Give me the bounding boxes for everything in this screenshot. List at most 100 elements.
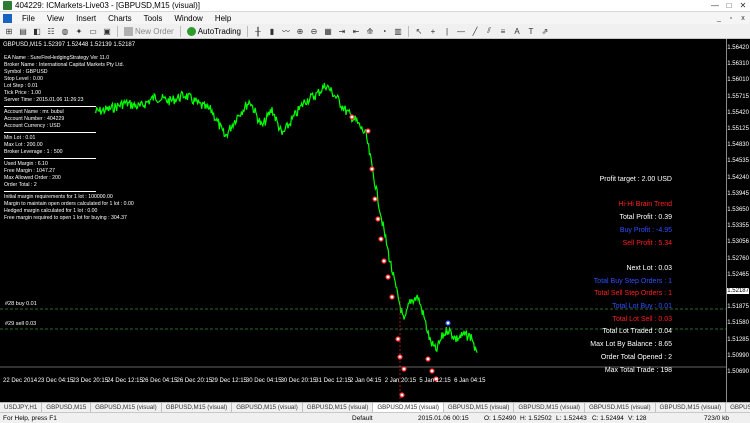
profiles-icon[interactable]: ◧ (31, 25, 43, 37)
zoom-in-icon[interactable]: ⊕ (294, 25, 306, 37)
chart-symbol-line: GBPUSD,M15 1.52397 1.52448 1.52139 1.521… (3, 42, 136, 48)
autotrading-label: AutoTrading (197, 26, 241, 36)
bar-chart-icon[interactable]: ╫ (252, 25, 264, 37)
menu-tools[interactable]: Tools (138, 14, 169, 23)
time-tick-label: 26 Dec 20:15 (176, 378, 213, 384)
sell-order-marker[interactable] (349, 114, 355, 120)
candlestick-icon[interactable]: ▮ (266, 25, 278, 37)
chart-area[interactable]: GBPUSD,M15 1.52397 1.52448 1.52139 1.521… (0, 39, 750, 402)
tester-icon[interactable]: ▣ (101, 25, 113, 37)
chart-tab[interactable]: GBPUSD,M15 (visual) (303, 403, 374, 412)
maximize-button[interactable]: □ (722, 0, 736, 11)
chart-tab[interactable]: GBPUSD,M15 (visual) (373, 403, 444, 412)
sell-order-marker[interactable] (372, 196, 378, 202)
time-tick-label: 31 Dec 12:15 (315, 378, 351, 384)
horizontal-line-icon[interactable]: — (455, 25, 467, 37)
open-icon[interactable]: ▤ (17, 25, 29, 37)
status-low: L: 1.52443 (556, 414, 587, 422)
autotrading-button[interactable]: AutoTrading (185, 25, 243, 37)
time-tick-label: 23 Dec 04:15 (37, 378, 74, 384)
chart-tab[interactable]: GBPUSD,M15 (visual) (656, 403, 727, 412)
chart-tab[interactable]: GBPUSD,M15 (visual) (91, 403, 162, 412)
chart-tab[interactable]: GBPUSD,M15 (visual) (585, 403, 656, 412)
status-profile: Default (352, 414, 373, 422)
chart-tab[interactable]: GBPUSD,M15 (visual) (232, 403, 303, 412)
sell-order-marker[interactable] (425, 356, 431, 362)
templates-icon[interactable]: ▥ (392, 25, 404, 37)
sell-order-label: #29 sell 0.03 (5, 321, 37, 327)
chart-tab[interactable]: GBPUSD,M15 (visual) (444, 403, 515, 412)
buy-order-marker[interactable] (445, 320, 451, 326)
status-open: O: 1.52490 (484, 414, 517, 422)
stat-line: Max Lot By Balance : 8.65 (590, 341, 672, 349)
autoscroll-icon[interactable]: ⇥ (336, 25, 348, 37)
label-icon[interactable]: T (525, 25, 537, 37)
new-order-button[interactable]: New Order (122, 25, 176, 37)
status-high: H: 1.52502 (520, 414, 552, 422)
sell-order-marker[interactable] (375, 216, 381, 222)
new-chart-icon[interactable]: ⊞ (3, 25, 15, 37)
crosshair-icon[interactable]: + (427, 25, 439, 37)
chart-window-icon[interactable] (3, 13, 12, 23)
title-bar: 404229: ICMarkets-Live03 - [GBPUSD,M15 (… (0, 0, 750, 12)
minimize-button[interactable]: — (708, 0, 722, 11)
info-line: Account Number : 404229 (4, 116, 65, 122)
info-line: Max Allowed Order : 200 (4, 175, 61, 181)
sell-order-marker[interactable] (389, 294, 395, 300)
menu-view[interactable]: View (41, 14, 70, 23)
ea-info-panel: EA Name : SureFireHedgingStrategy Ver 11… (4, 55, 134, 222)
info-line: Account Name : mr. bubul (4, 109, 64, 115)
terminal-icon[interactable]: ▭ (87, 25, 99, 37)
menu-charts[interactable]: Charts (102, 14, 138, 23)
price-axis[interactable]: 1.56420 1.56310 1.56010 1.55715 1.55420 1.551… (726, 39, 750, 402)
sell-order-marker[interactable] (429, 368, 435, 374)
cursor-icon[interactable]: ↖ (413, 25, 425, 37)
zoom-out-icon[interactable]: ⊖ (308, 25, 320, 37)
info-divider (4, 191, 96, 192)
sell-order-marker[interactable] (369, 166, 375, 172)
sell-order-marker[interactable] (395, 336, 401, 342)
mdi-minimize-button[interactable]: _ (714, 13, 724, 23)
close-button[interactable]: ✕ (736, 0, 750, 11)
sell-order-marker[interactable] (365, 128, 371, 134)
autotrading-icon (186, 26, 196, 36)
sell-order-marker[interactable] (381, 258, 387, 264)
menu-window[interactable]: Window (168, 14, 208, 23)
line-chart-icon[interactable]: 〰 (280, 25, 292, 37)
trendline-icon[interactable]: ╱ (469, 25, 481, 37)
mdi-restore-button[interactable]: ▫ (726, 13, 736, 23)
vertical-line-icon[interactable]: | (441, 25, 453, 37)
time-tick-label: 5 Jan 12:15 (419, 378, 451, 384)
sell-order-marker[interactable] (399, 392, 405, 398)
periods-icon[interactable]: ◔ (378, 25, 390, 37)
chart-tab[interactable]: GBPUSD,M15 (42, 403, 92, 412)
menu-file[interactable]: File (16, 14, 41, 23)
menu-help[interactable]: Help (209, 14, 237, 23)
info-divider (4, 132, 96, 133)
sell-order-marker[interactable] (401, 366, 407, 372)
chart-tab[interactable]: GBPUSD,M15 (visual) (162, 403, 233, 412)
text-icon[interactable]: A (511, 25, 523, 37)
navigator-icon[interactable]: ✦ (73, 25, 85, 37)
chart-tab[interactable]: GBPUSD,M15 (visual) (514, 403, 585, 412)
info-line: Max Lot : 200.00 (4, 142, 43, 148)
sell-order-marker[interactable] (385, 274, 391, 280)
info-line: Server Time : 2015.01.06 11:26:23 (4, 97, 84, 103)
data-window-icon[interactable]: ◍ (59, 25, 71, 37)
chart-tab[interactable]: GBPUSD,M15 (visual) (726, 403, 750, 412)
market-watch-icon[interactable]: ☷ (45, 25, 57, 37)
stat-line: Hi-Hi Brain Trend (618, 201, 672, 209)
mdi-close-button[interactable]: x (738, 13, 748, 23)
price-series-line (94, 82, 478, 353)
chart-tab[interactable]: USDJPY,H1 (0, 403, 43, 412)
tile-icon[interactable]: ▦ (322, 25, 334, 37)
channel-icon[interactable]: ⫽ (483, 25, 495, 37)
fibonacci-icon[interactable]: ≡ (497, 25, 509, 37)
stat-line: Profit target : 2.00 USD (599, 176, 672, 183)
sell-order-marker[interactable] (378, 236, 384, 242)
price-tick-label: 1.53355 (727, 223, 749, 230)
menu-insert[interactable]: Insert (70, 14, 102, 23)
chart-shift-icon[interactable]: ⇤ (350, 25, 362, 37)
arrows-icon[interactable]: ⇗ (539, 25, 551, 37)
indicators-icon[interactable]: ⟰ (364, 25, 376, 37)
